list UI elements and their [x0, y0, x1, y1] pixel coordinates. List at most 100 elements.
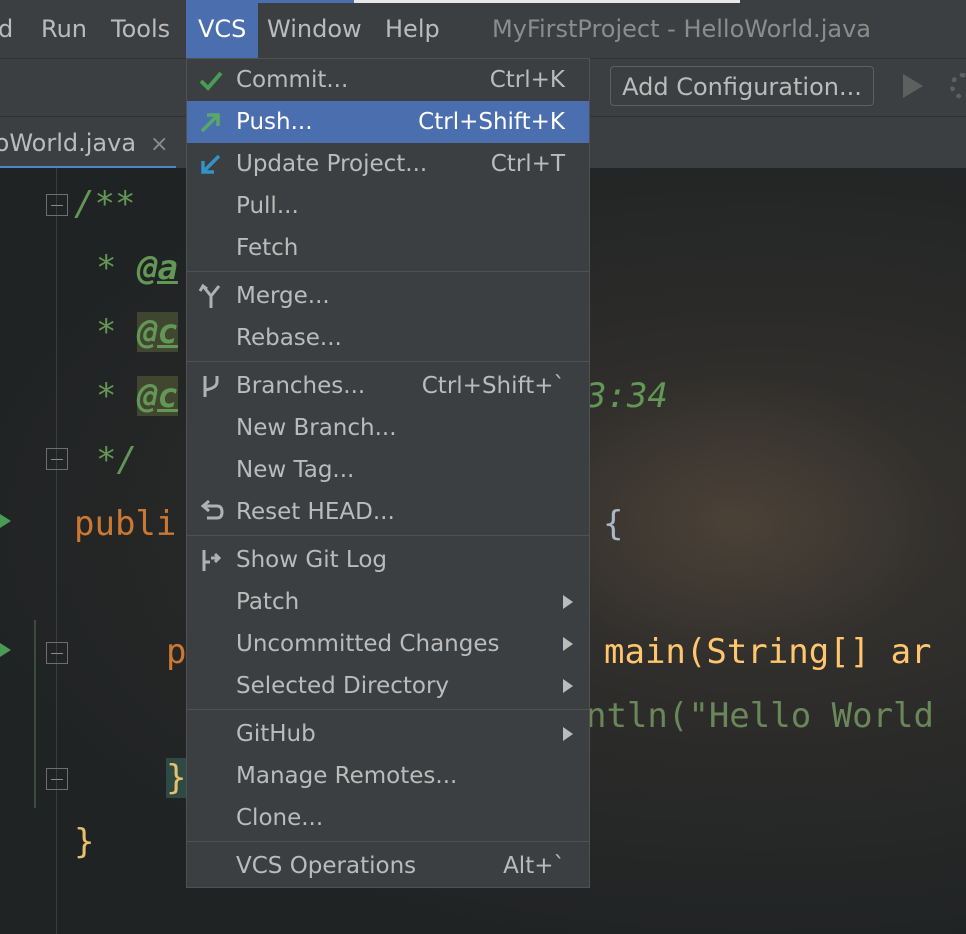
submenu-arrow-icon — [563, 637, 573, 651]
menu-help[interactable]: Help — [385, 13, 440, 45]
shortcut-label: Ctrl+K — [489, 67, 565, 93]
menu-item-label: Commit... — [236, 67, 349, 93]
code-line: */ — [96, 440, 137, 480]
submenu-arrow-icon — [563, 727, 573, 741]
tab-label: loWorld.java — [0, 129, 137, 157]
menu-separator — [187, 271, 589, 272]
menu-item-branches[interactable]: Branches... Ctrl+Shift+` — [187, 365, 589, 407]
vcs-dropdown-menu: Commit... Ctrl+K Push... Ctrl+Shift+K Up… — [186, 58, 590, 888]
code-fragment: ntln("Hello World — [586, 696, 934, 736]
menu-tools[interactable]: Tools — [111, 13, 170, 45]
submenu-arrow-icon — [563, 679, 573, 693]
tab-helloworld[interactable]: loWorld.java × — [0, 117, 177, 169]
menu-item-github[interactable]: GitHub — [187, 713, 589, 755]
javadoc-tag: @a — [136, 248, 178, 288]
fold-icon[interactable] — [46, 768, 68, 790]
menu-item-commit[interactable]: Commit... Ctrl+K — [187, 59, 589, 101]
window-title: MyFirstProject - HelloWorld.java — [492, 15, 871, 43]
gutter-divider — [56, 168, 57, 934]
update-arrow-icon — [201, 154, 221, 174]
shortcut-label: Alt+` — [503, 853, 565, 879]
comment-star: * — [96, 248, 117, 288]
menu-separator — [187, 841, 589, 842]
run-icon[interactable] — [903, 74, 923, 98]
code-fragment: main(String[] ar — [604, 632, 932, 672]
menu-item-label: Selected Directory — [236, 673, 450, 699]
code-line: * @c — [96, 312, 178, 352]
menu-item-reset-head[interactable]: Reset HEAD... — [187, 491, 589, 533]
menu-item-label: Push... — [236, 109, 313, 135]
code-line: } — [74, 822, 95, 862]
menu-item-label: Patch — [236, 589, 300, 615]
menu-item-label: Merge... — [236, 283, 330, 309]
comment-star: * — [96, 376, 117, 416]
comment-star: * — [96, 312, 117, 352]
menu-item-label: Pull... — [236, 193, 299, 219]
git-log-icon — [202, 550, 222, 571]
menu-item-label: Fetch — [236, 235, 299, 261]
menu-item-label: Update Project... — [236, 151, 428, 177]
branch-icon — [203, 376, 219, 397]
run-gutter-icon[interactable] — [0, 643, 11, 657]
menu-item-uncommitted-changes[interactable]: Uncommitted Changes — [187, 623, 589, 665]
push-arrow-icon — [200, 113, 220, 133]
main-menu-bar: d Run Tools VCS Window Help MyFirstProje… — [0, 0, 966, 58]
menu-item-label: VCS Operations — [236, 853, 417, 879]
code-line: p — [166, 632, 187, 672]
submenu-arrow-icon — [563, 595, 573, 609]
menu-item-label: Uncommitted Changes — [236, 631, 500, 657]
menu-item-show-git-log[interactable]: Show Git Log — [187, 539, 589, 581]
menu-vcs[interactable]: VCS — [186, 0, 259, 58]
check-icon — [199, 71, 223, 91]
menu-build[interactable]: d — [0, 13, 13, 45]
menu-item-vcs-operations[interactable]: VCS Operations Alt+` — [187, 845, 589, 887]
menu-item-label: Show Git Log — [236, 547, 387, 573]
menu-item-selected-directory[interactable]: Selected Directory — [187, 665, 589, 707]
menu-separator — [187, 709, 589, 710]
menu-separator — [187, 361, 589, 362]
menu-item-label: Reset HEAD... — [236, 499, 395, 525]
menu-item-label: Manage Remotes... — [236, 763, 458, 789]
menu-item-fetch[interactable]: Fetch — [187, 227, 589, 269]
code-line: * @a — [96, 248, 178, 288]
code-line: * @c — [96, 376, 178, 416]
javadoc-tag: @c — [136, 376, 178, 416]
code-line: } — [166, 758, 187, 798]
title-highlight-strip — [354, 0, 740, 3]
menu-item-label: Branches... — [236, 373, 366, 399]
fold-icon[interactable] — [46, 448, 68, 470]
shortcut-label: Ctrl+T — [490, 151, 565, 177]
code-fragment: 3:34 — [586, 376, 668, 416]
shortcut-label: Ctrl+Shift+` — [421, 373, 565, 399]
close-icon[interactable]: × — [150, 132, 168, 157]
shortcut-label: Ctrl+Shift+K — [418, 109, 565, 135]
menu-item-new-tag[interactable]: New Tag... — [187, 449, 589, 491]
menu-separator — [187, 535, 589, 536]
menu-window[interactable]: Window — [267, 13, 362, 45]
fold-icon[interactable] — [46, 194, 68, 216]
menu-item-label: New Branch... — [236, 415, 397, 441]
fold-icon[interactable] — [46, 642, 68, 664]
title-accent-strip — [258, 0, 354, 3]
menu-item-merge[interactable]: Merge... — [187, 275, 589, 317]
menu-item-label: New Tag... — [236, 457, 355, 483]
menu-item-push[interactable]: Push... Ctrl+Shift+K — [187, 101, 589, 143]
menu-item-label: GitHub — [236, 721, 316, 747]
menu-item-update-project[interactable]: Update Project... Ctrl+T — [187, 143, 589, 185]
menu-item-new-branch[interactable]: New Branch... — [187, 407, 589, 449]
merge-icon — [198, 283, 221, 308]
add-configuration-button[interactable]: Add Configuration... — [610, 66, 874, 106]
run-gutter-icon[interactable] — [0, 514, 11, 528]
menu-item-clone[interactable]: Clone... — [187, 797, 589, 839]
undo-icon — [200, 499, 224, 520]
menu-item-pull[interactable]: Pull... — [187, 185, 589, 227]
menu-item-manage-remotes[interactable]: Manage Remotes... — [187, 755, 589, 797]
debug-icon[interactable] — [950, 73, 966, 99]
code-line: /** — [74, 184, 136, 224]
scope-indicator — [34, 620, 36, 808]
code-line: publi — [74, 504, 177, 544]
menu-item-label: Clone... — [236, 805, 324, 831]
menu-item-rebase[interactable]: Rebase... — [187, 317, 589, 359]
menu-item-patch[interactable]: Patch — [187, 581, 589, 623]
menu-run[interactable]: Run — [41, 13, 87, 45]
